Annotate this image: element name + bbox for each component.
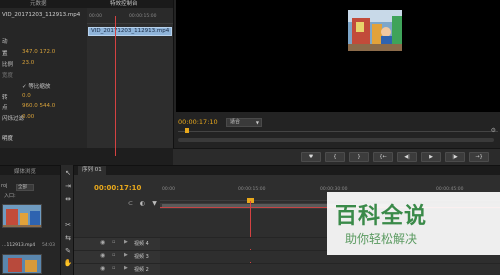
prop-opacity: 明度 <box>2 136 14 142</box>
project-panel: 媒体浏览 roj 入口: 全部 …112913.mp4 54:03 <box>0 165 60 275</box>
entry-label: 入口: <box>4 193 16 199</box>
program-playhead[interactable] <box>185 128 189 133</box>
prop-scale-width: 宽度 <box>2 73 14 79</box>
slip-tool-icon[interactable]: ⇆ <box>63 234 73 243</box>
marker-icon[interactable]: ▼ <box>150 200 159 208</box>
value-position[interactable]: 347.0 172.0 <box>22 49 55 55</box>
tools-panel: ↖ ⇥ ⇹ ✂ ⇆ ✎ ✋ <box>60 165 74 275</box>
selection-tool-icon[interactable]: ↖ <box>63 169 73 178</box>
sequence-tabs: 序列 01 <box>74 166 500 175</box>
eye-icon[interactable]: ◉ <box>100 265 105 272</box>
ruler-tick-15: 00:00:15:00 <box>238 187 266 192</box>
effect-controls-playhead[interactable] <box>115 16 116 156</box>
video-frame-image <box>348 10 402 51</box>
program-ruler[interactable] <box>178 131 498 135</box>
link-icon[interactable]: ◐ <box>138 200 147 208</box>
clip-name: VID_20171203_112913.mp4 <box>2 12 81 18</box>
eye-icon[interactable]: ◉ <box>100 252 105 259</box>
watermark: 百科全说 助你轻松解决 <box>327 192 500 255</box>
ruler-time-15: 00:00:15:00 <box>129 14 157 19</box>
prop-anchor: 点 <box>2 105 8 111</box>
expand-arrow-icon[interactable]: ▶ <box>124 252 128 258</box>
mark-out-button[interactable]: } <box>349 152 369 162</box>
fit-dropdown-value: 适合 <box>230 119 241 125</box>
track-name: 视频 3 <box>134 254 149 260</box>
add-marker-button[interactable]: ♥ <box>301 152 321 162</box>
fit-dropdown[interactable]: 适合 ▼ <box>226 118 262 127</box>
play-button[interactable]: ▶ <box>421 152 441 162</box>
track-header: ◉ ▫ ▶ 视频 3 <box>74 251 160 263</box>
track-header: ◉ ▫ ▶ 视频 4 <box>74 238 160 250</box>
eye-icon[interactable]: ◉ <box>100 239 105 246</box>
effect-controls-panel: 元数据 特效控制台 VID_20171203_112913.mp4 动 置 34… <box>0 0 173 156</box>
watermark-subtitle: 助你轻松解决 <box>345 232 418 246</box>
prop-motion: 动 <box>2 39 8 45</box>
program-zoom-scrollbar[interactable] <box>178 138 494 142</box>
uniform-scale-label: 等比缩放 <box>28 84 51 90</box>
project-item-name[interactable]: …112913.mp4 <box>2 243 35 248</box>
timeline-clip[interactable]: VID_20171203_112913.mp4 <box>88 27 172 36</box>
tab-metadata[interactable]: 元数据 <box>30 0 47 8</box>
project-item-thumbnail[interactable] <box>2 204 42 228</box>
snap-icon[interactable]: ⊂ <box>126 200 135 208</box>
effect-controls-timeline: 00:00 00:00:15:00 VID_20171203_112913.mp… <box>87 8 173 156</box>
ruler-tick-0: 00:00 <box>162 187 175 192</box>
value-rotation[interactable]: 0.0 <box>22 93 31 99</box>
transport-controls: ♥ { } {← ◀| ▶ |▶ →} <box>173 148 500 165</box>
tab-media-browser[interactable]: 媒体浏览 <box>14 167 36 175</box>
chevron-down-icon: ▼ <box>255 120 259 125</box>
program-monitor: 00:00:17:10 适合 ▼ ⚙ <box>173 0 500 148</box>
pen-tool-icon[interactable]: ✎ <box>63 247 73 256</box>
sequence-timecode[interactable]: 00:00:17:10 <box>94 184 141 192</box>
project-tabs: 媒体浏览 <box>0 166 60 175</box>
lock-icon[interactable]: ▫ <box>112 239 115 245</box>
settings-wrench-icon[interactable]: ⚙ <box>491 127 496 134</box>
tab-effect-controls[interactable]: 特效控制台 <box>110 0 138 8</box>
lock-icon[interactable]: ▫ <box>112 265 115 271</box>
go-to-out-button[interactable]: →} <box>469 152 489 162</box>
prop-rotation: 转 <box>2 95 8 101</box>
entry-filter-dropdown[interactable]: 全部 <box>16 184 34 191</box>
tab-sequence-01[interactable]: 序列 01 <box>78 166 106 175</box>
step-forward-button[interactable]: |▶ <box>445 152 465 162</box>
lock-icon[interactable]: ▫ <box>112 252 115 258</box>
effect-controls-tabs: 元数据 特效控制台 <box>0 0 173 8</box>
program-timecode[interactable]: 00:00:17:10 <box>178 118 218 126</box>
ruler-time-start: 00:00 <box>89 14 102 19</box>
track-select-tool-icon[interactable]: ⇥ <box>63 182 73 191</box>
effect-controls-ruler[interactable]: 00:00 00:00:15:00 <box>87 8 173 24</box>
track-video-2[interactable]: ◉ ▫ ▶ 视频 2 <box>74 263 500 275</box>
project-label: roj <box>1 183 8 189</box>
uniform-scale-checkbox[interactable]: ✓ 等比缩放 <box>22 82 50 90</box>
razor-tool-icon[interactable]: ✂ <box>63 221 73 230</box>
prop-scale: 比例 <box>2 62 14 68</box>
project-item-duration: 54:03 <box>42 243 55 248</box>
ripple-edit-tool-icon[interactable]: ⇹ <box>63 195 73 204</box>
value-anchor[interactable]: 960.0 544.0 <box>22 103 55 109</box>
track-header: ◉ ▫ ▶ 视频 2 <box>74 264 160 275</box>
expand-arrow-icon[interactable]: ▶ <box>124 265 128 271</box>
expand-arrow-icon[interactable]: ▶ <box>124 239 128 245</box>
watermark-title: 百科全说 <box>335 204 428 229</box>
track-name: 视频 4 <box>134 241 149 247</box>
value-flicker[interactable]: 0.00 <box>22 114 34 120</box>
go-to-in-button[interactable]: {← <box>373 152 393 162</box>
prop-flicker: 闪烁过滤 <box>2 116 25 122</box>
step-back-button[interactable]: ◀| <box>397 152 417 162</box>
prop-position: 置 <box>2 51 8 57</box>
project-item-thumbnail-2[interactable] <box>2 254 42 274</box>
hand-tool-icon[interactable]: ✋ <box>63 259 73 268</box>
video-preview <box>176 0 500 112</box>
track-name: 视频 2 <box>134 267 149 273</box>
mark-in-button[interactable]: { <box>325 152 345 162</box>
value-scale[interactable]: 23.0 <box>22 60 34 66</box>
